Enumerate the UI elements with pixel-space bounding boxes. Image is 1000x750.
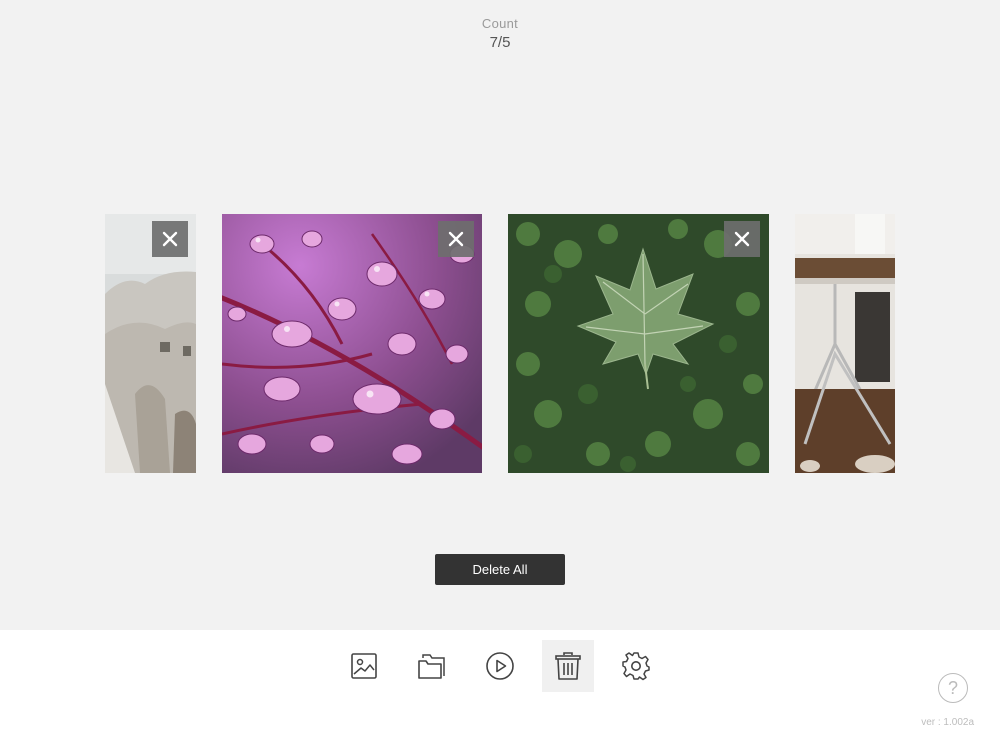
help-icon[interactable]: ? [938, 673, 968, 703]
delete-all-button[interactable]: Delete All [435, 554, 565, 585]
tool-folder[interactable] [406, 640, 458, 692]
remove-photo-button[interactable] [724, 221, 760, 257]
remove-photo-button[interactable] [152, 221, 188, 257]
play-icon [486, 652, 514, 680]
photo-thumbnail-maple-leaf[interactable] [508, 214, 769, 473]
trash-icon [555, 652, 581, 680]
version-label: ver : 1.002a [921, 717, 974, 728]
tool-play[interactable] [474, 640, 526, 692]
close-icon [448, 231, 464, 247]
main-area: Count 7/5 Delete All [0, 0, 1000, 630]
tool-images[interactable] [338, 640, 390, 692]
count-value: 7/5 [489, 34, 511, 51]
photo-thumbnail-purple-leaf[interactable] [222, 214, 482, 473]
photo-thumbnail-rocks[interactable] [105, 214, 196, 473]
folder-icon [418, 654, 445, 679]
photo-thumbnail-table[interactable] [795, 214, 895, 473]
remove-photo-button[interactable] [438, 221, 474, 257]
tool-delete[interactable] [542, 640, 594, 692]
image-icon [351, 653, 377, 679]
gear-icon [622, 652, 650, 681]
close-icon [162, 231, 178, 247]
tool-settings[interactable] [610, 640, 662, 692]
bottom-toolbar: ? ver : 1.002a [0, 630, 1000, 750]
close-icon [734, 231, 750, 247]
count-label: Count [481, 16, 519, 31]
